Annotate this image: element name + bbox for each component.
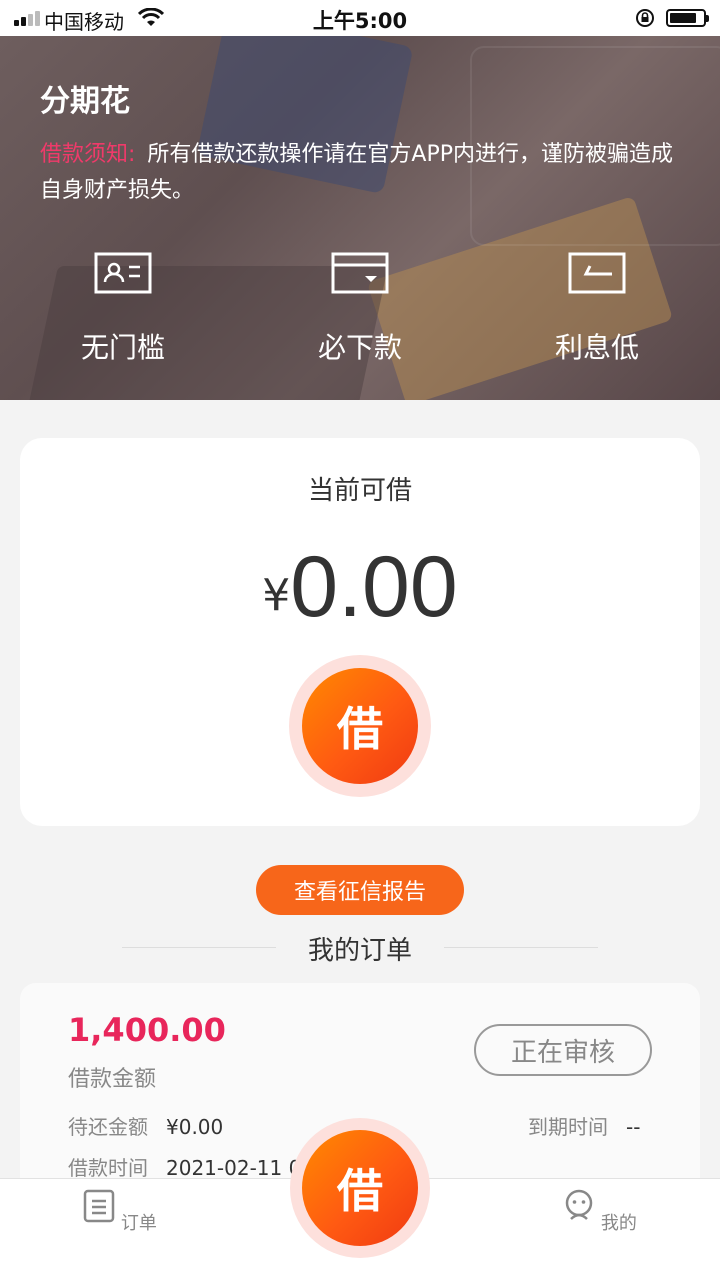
tab-borrow-button[interactable]: 借 bbox=[302, 1130, 418, 1246]
order-status-badge: 正在审核 bbox=[474, 1024, 652, 1076]
available-loan-card: 当前可借 ¥0.00 借 bbox=[20, 438, 700, 826]
orientation-lock-icon bbox=[636, 9, 654, 27]
due-amount-row: 待还金额 ¥0.00 bbox=[68, 1111, 223, 1140]
id-card-icon bbox=[94, 252, 152, 294]
feature-label: 必下款 bbox=[317, 331, 402, 364]
divider-right bbox=[444, 947, 598, 948]
tab-label: 订单 bbox=[120, 1213, 157, 1234]
loan-time-row: 借款时间 2021-02-11 0 bbox=[68, 1152, 301, 1181]
app-title: 分期花 bbox=[40, 84, 130, 119]
borrow-button[interactable]: 借 bbox=[302, 668, 418, 784]
available-loan-amount: ¥0.00 bbox=[20, 538, 700, 637]
borrow-button-halo: 借 bbox=[289, 655, 431, 797]
my-orders-heading: 我的订单 bbox=[307, 936, 412, 966]
amount-value: 0.00 bbox=[290, 539, 458, 635]
due-date-label: 到期时间 bbox=[528, 1115, 608, 1139]
feature-no-threshold: 无门槛 bbox=[43, 252, 203, 366]
feature-guaranteed: 必下款 bbox=[280, 252, 440, 366]
order-amount-label: 借款金额 bbox=[68, 1067, 157, 1092]
tab-borrow-halo: 借 bbox=[290, 1118, 430, 1258]
feature-low-interest: 利息低 bbox=[517, 252, 677, 366]
loan-time-label: 借款时间 bbox=[68, 1156, 148, 1180]
tab-label: 我的 bbox=[600, 1213, 637, 1234]
feature-label: 无门槛 bbox=[80, 331, 165, 364]
profile-icon bbox=[565, 1189, 593, 1220]
due-date-value: -- bbox=[626, 1115, 641, 1139]
order-amount: 1,400.00 bbox=[68, 1011, 226, 1049]
tab-mine[interactable]: 我的 bbox=[560, 1189, 640, 1235]
notice-label: 借款须知: bbox=[40, 142, 136, 167]
due-amount-value: ¥0.00 bbox=[166, 1115, 224, 1139]
due-date-row: 到期时间 -- bbox=[528, 1111, 640, 1140]
status-bar: 中国移动 上午5:00 bbox=[0, 0, 720, 36]
currency-symbol: ¥ bbox=[262, 570, 291, 621]
loan-notice: 借款须知: 所有借款还款操作请在官方APP内进行，谨防被骗造成自身财产损失。 bbox=[40, 137, 680, 209]
clock: 上午5:00 bbox=[312, 9, 408, 33]
available-loan-title: 当前可借 bbox=[307, 476, 412, 506]
battery-icon bbox=[666, 9, 709, 27]
view-credit-report-button[interactable]: 查看征信报告 bbox=[256, 865, 464, 915]
loan-time-value: 2021-02-11 0 bbox=[166, 1156, 302, 1180]
feature-label: 利息低 bbox=[554, 331, 639, 364]
hero-banner: 分期花 借款须知: 所有借款还款操作请在官方APP内进行，谨防被骗造成自身财产损失… bbox=[0, 36, 720, 400]
card-icon bbox=[331, 252, 389, 294]
tab-orders[interactable]: 订单 bbox=[80, 1189, 160, 1235]
order-list-icon bbox=[83, 1189, 115, 1223]
rate-icon bbox=[568, 252, 626, 294]
due-amount-label: 待还金额 bbox=[68, 1115, 148, 1139]
